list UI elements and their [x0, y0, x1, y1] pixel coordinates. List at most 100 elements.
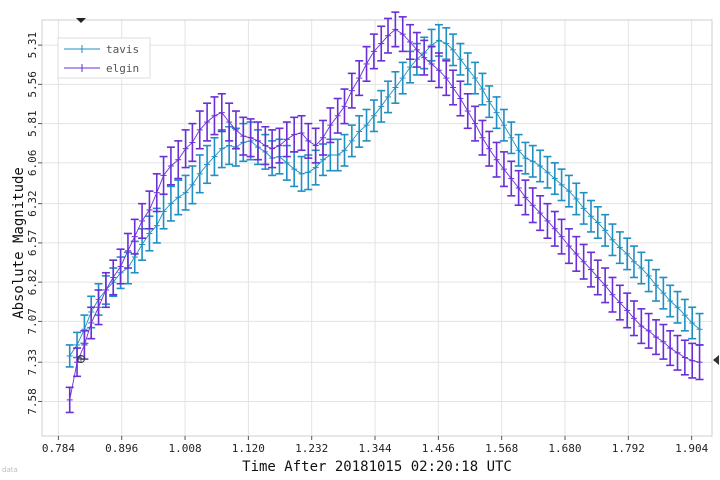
- y-tick-label: 6.57: [26, 230, 39, 257]
- data-point-elgin: [159, 155, 168, 196]
- data-point-elgin: [391, 11, 400, 48]
- data-point-elgin: [680, 339, 689, 376]
- data-point-tavis: [579, 191, 588, 225]
- data-point-elgin: [152, 173, 161, 213]
- x-axis-title: Time After 20181015 02:20:18 UTC: [242, 459, 512, 475]
- data-point-tavis: [369, 99, 378, 133]
- data-point-tavis: [514, 133, 523, 167]
- data-point-tavis: [629, 245, 638, 279]
- x-tick-label: 1.904: [675, 442, 708, 455]
- data-point-elgin: [116, 248, 125, 285]
- data-point-tavis: [564, 174, 573, 208]
- data-point-tavis: [355, 114, 364, 148]
- data-point-elgin: [290, 116, 299, 153]
- data-point-tavis: [666, 284, 675, 318]
- data-point-elgin: [384, 17, 393, 54]
- y-axis-title: Absolute Magnitude: [11, 167, 27, 319]
- data-point-tavis: [557, 168, 566, 202]
- data-point-elgin: [434, 52, 443, 89]
- data-point-elgin: [652, 319, 661, 356]
- y-tick-label: 7.58: [26, 388, 39, 415]
- data-point-tavis: [174, 179, 183, 216]
- data-point-tavis: [195, 154, 204, 194]
- x-tick-label: 1.456: [422, 442, 455, 455]
- data-point-tavis: [652, 268, 661, 302]
- data-point-elgin: [319, 119, 328, 156]
- y-tick-label: 5.56: [26, 71, 39, 98]
- data-point-tavis: [391, 71, 400, 104]
- data-point-elgin: [564, 227, 573, 265]
- data-point-tavis: [326, 138, 335, 172]
- data-point-elgin: [593, 259, 602, 296]
- data-point-tavis: [572, 182, 581, 216]
- data-point-tavis: [680, 298, 689, 332]
- series-tavis: [65, 23, 704, 368]
- data-point-elgin: [340, 88, 349, 125]
- data-point-elgin: [246, 118, 255, 158]
- data-point-tavis: [166, 185, 175, 222]
- y-tick-label: 5.81: [26, 110, 39, 137]
- x-tick-label: 1.344: [358, 442, 391, 455]
- data-point-elgin: [629, 300, 638, 337]
- data-point-elgin: [210, 96, 219, 136]
- data-point-elgin: [326, 107, 335, 144]
- y-tick-label: 7.33: [26, 349, 39, 376]
- data-point-tavis: [471, 61, 480, 95]
- data-point-elgin: [478, 119, 487, 156]
- data-point-elgin: [282, 121, 291, 158]
- data-point-elgin: [253, 121, 262, 161]
- data-point-tavis: [499, 108, 508, 142]
- data-point-tavis: [695, 312, 704, 346]
- data-point-tavis: [217, 129, 226, 169]
- data-point-elgin: [225, 102, 234, 142]
- data-point-tavis: [347, 124, 356, 158]
- data-point-tavis: [608, 223, 617, 257]
- series-elgin: [65, 11, 704, 414]
- data-point-tavis: [593, 206, 602, 240]
- light-curve-chart: 0.784 0.896 1.008 1.120 1.232 1.344 1.456 1.568…: [11, 11, 719, 475]
- data-point-tavis: [673, 290, 682, 324]
- y-tick-label: 6.32: [26, 190, 39, 217]
- x-tick-label: 1.792: [612, 442, 645, 455]
- legend: tavis elgin: [57, 37, 151, 79]
- data-point-tavis: [304, 154, 313, 191]
- y-tick-label: 5.31: [26, 32, 39, 59]
- data-point-elgin: [333, 97, 342, 134]
- data-point-elgin: [659, 323, 668, 360]
- data-point-elgin: [297, 114, 306, 152]
- x-tick-label: 0.784: [42, 442, 75, 455]
- data-point-elgin: [427, 45, 436, 83]
- data-point-tavis: [637, 251, 646, 285]
- data-point-elgin: [261, 125, 270, 166]
- data-point-elgin: [398, 16, 407, 53]
- data-point-elgin: [406, 23, 415, 61]
- data-point-elgin: [471, 105, 480, 142]
- data-point-tavis: [362, 108, 371, 142]
- data-point-elgin: [231, 110, 240, 150]
- data-point-elgin: [377, 25, 386, 62]
- data-point-elgin: [601, 267, 610, 304]
- x-tick-label: 0.896: [105, 442, 138, 455]
- watermark: data: [2, 466, 18, 474]
- data-point-tavis: [65, 344, 74, 368]
- data-point-tavis: [181, 174, 190, 211]
- data-point-tavis: [384, 80, 393, 114]
- crosshair-icon[interactable]: [77, 355, 85, 363]
- data-point-tavis: [688, 306, 697, 340]
- data-point-tavis: [434, 23, 443, 57]
- data-point-tavis: [521, 141, 530, 175]
- data-point-elgin: [666, 330, 675, 367]
- data-point-tavis: [203, 144, 212, 185]
- data-point-tavis: [377, 89, 386, 123]
- data-point-elgin: [557, 218, 566, 255]
- data-point-elgin: [65, 386, 74, 414]
- data-point-elgin: [623, 292, 632, 329]
- data-point-elgin: [347, 72, 356, 109]
- series-layer: [65, 11, 704, 414]
- x-tick-label: 1.568: [485, 442, 518, 455]
- x-axis-ticks: 0.784 0.896 1.008 1.120 1.232 1.344 1.456 1.568…: [42, 436, 709, 455]
- data-point-tavis: [644, 259, 653, 293]
- data-point-tavis: [456, 42, 465, 76]
- data-point-tavis: [550, 162, 559, 196]
- data-point-tavis: [442, 27, 451, 61]
